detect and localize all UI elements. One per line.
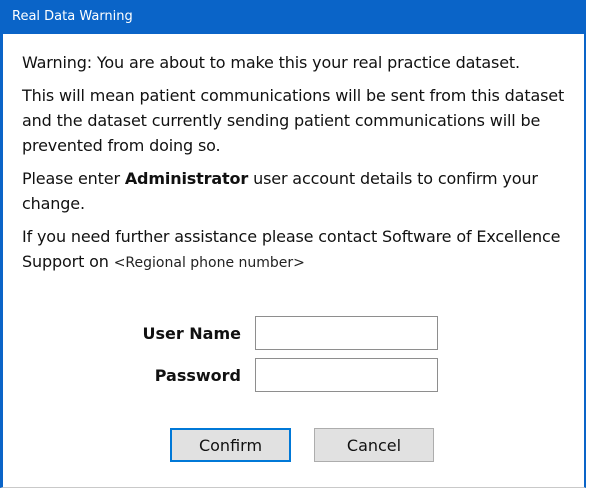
warning-text: Warning: You are about to make this your… — [22, 53, 520, 72]
dialog-message: Warning: You are about to make this your… — [22, 50, 582, 284]
password-row: Password — [137, 358, 438, 392]
password-input[interactable] — [255, 358, 438, 392]
confirm-button[interactable]: Confirm — [170, 428, 291, 462]
consequence-text: This will mean patient communications wi… — [22, 86, 565, 155]
username-label: User Name — [142, 323, 241, 343]
assistance-text: If you need further assistance please co… — [22, 224, 582, 276]
regional-phone-number: <Regional phone number> — [113, 255, 305, 271]
dialog-title: Real Data Warning — [12, 9, 133, 24]
real-data-warning-dialog: Real Data Warning Warning: You are about… — [0, 0, 586, 488]
username-row: User Name — [137, 316, 438, 350]
username-input[interactable] — [255, 316, 438, 350]
administrator-emphasis: Administrator — [124, 169, 249, 188]
cancel-button[interactable]: Cancel — [314, 428, 434, 462]
dialog-titlebar[interactable]: Real Data Warning — [3, 0, 584, 34]
confirm-instructions: Please enter Administrator user account … — [22, 166, 582, 216]
password-label: Password — [154, 365, 241, 385]
instructions-prefix: Please enter — [22, 169, 125, 188]
